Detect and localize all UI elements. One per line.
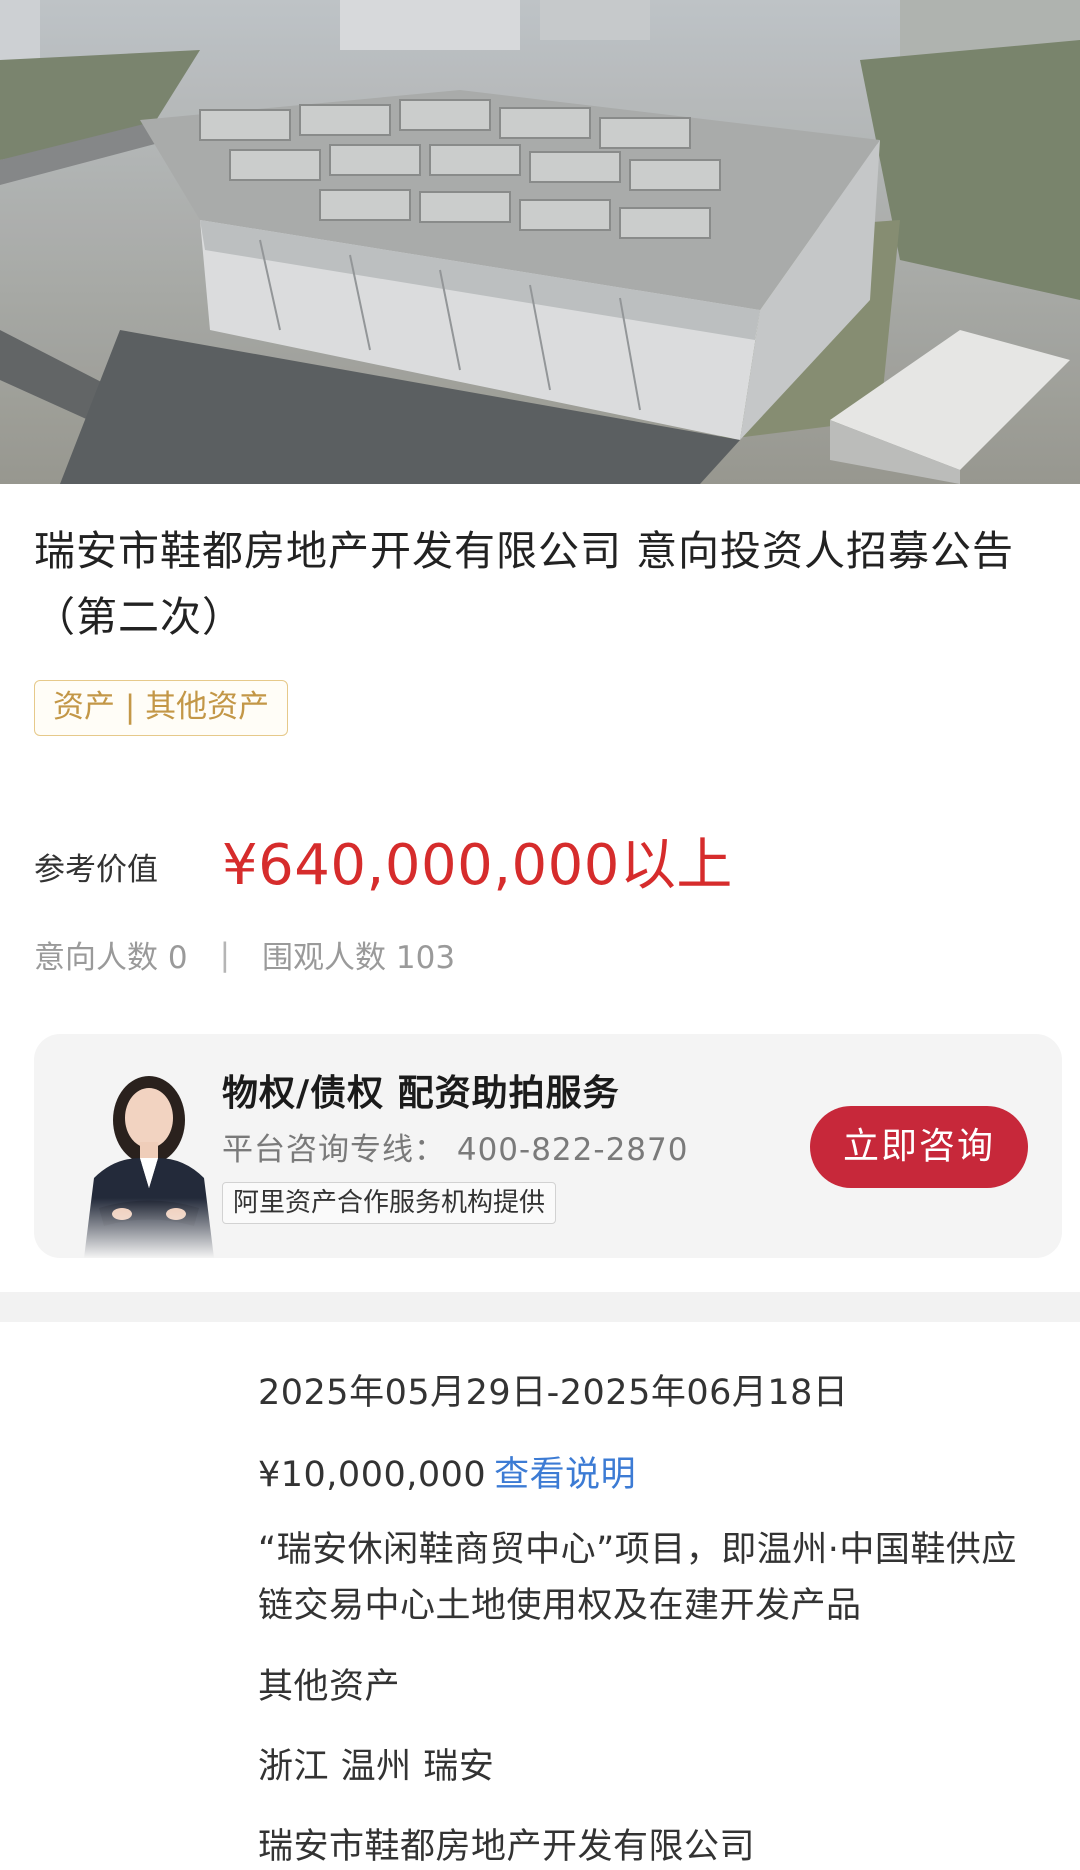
page-title: 瑞安市鞋都房地产开发有限公司 意向投资人招募公告（第二次） (34, 527, 1015, 641)
consultant-avatar (74, 1058, 224, 1258)
interested-count: 意向人数 0 (34, 940, 188, 976)
stats-row: 意向人数 0 | 围观人数 103 (34, 932, 455, 977)
consultant-portrait-icon (74, 1058, 224, 1258)
reference-price: ¥640,000,000以上 (222, 833, 733, 898)
aerial-building-image (0, 0, 1080, 484)
viewer-count: 围观人数 103 (262, 940, 456, 976)
auction-date-range: 2025年05月29日-2025年06月18日 (258, 1373, 849, 1413)
stats-separator: | (219, 936, 231, 973)
asset-type: 其他资产 (258, 1667, 401, 1707)
asset-description: “瑞安休闲鞋商贸中心”项目，即温州·中国鞋供应链交易中心土地使用权及在建开发产品 (258, 1530, 1017, 1626)
consult-now-button[interactable]: 立即咨询 (810, 1106, 1028, 1188)
consult-card: 物权/债权 配资助拍服务 平台咨询专线： 400-822-2870 阿里资产合作… (34, 1034, 1062, 1258)
category-tag: 资产 | 其他资产 (34, 680, 289, 736)
section-divider (0, 1292, 1080, 1322)
disposal-organization: 瑞安市鞋都房地产开发有限公司 (258, 1827, 756, 1867)
deposit-row: ¥10,000,000 查看说明 (258, 1446, 636, 1497)
provider-badge: 阿里资产合作服务机构提供 (222, 1182, 557, 1224)
view-explanation-link[interactable]: 查看说明 (494, 1455, 636, 1495)
consult-title: 物权/债权 配资助拍服务 (222, 1073, 620, 1114)
hero-photo (0, 0, 1080, 484)
asset-location: 浙江 温州 瑞安 (258, 1747, 495, 1787)
consult-phone: 平台咨询专线： 400-822-2870 (222, 1132, 689, 1168)
reference-label: 参考价值 (34, 852, 158, 888)
deposit-amount: ¥10,000,000 (258, 1455, 487, 1495)
